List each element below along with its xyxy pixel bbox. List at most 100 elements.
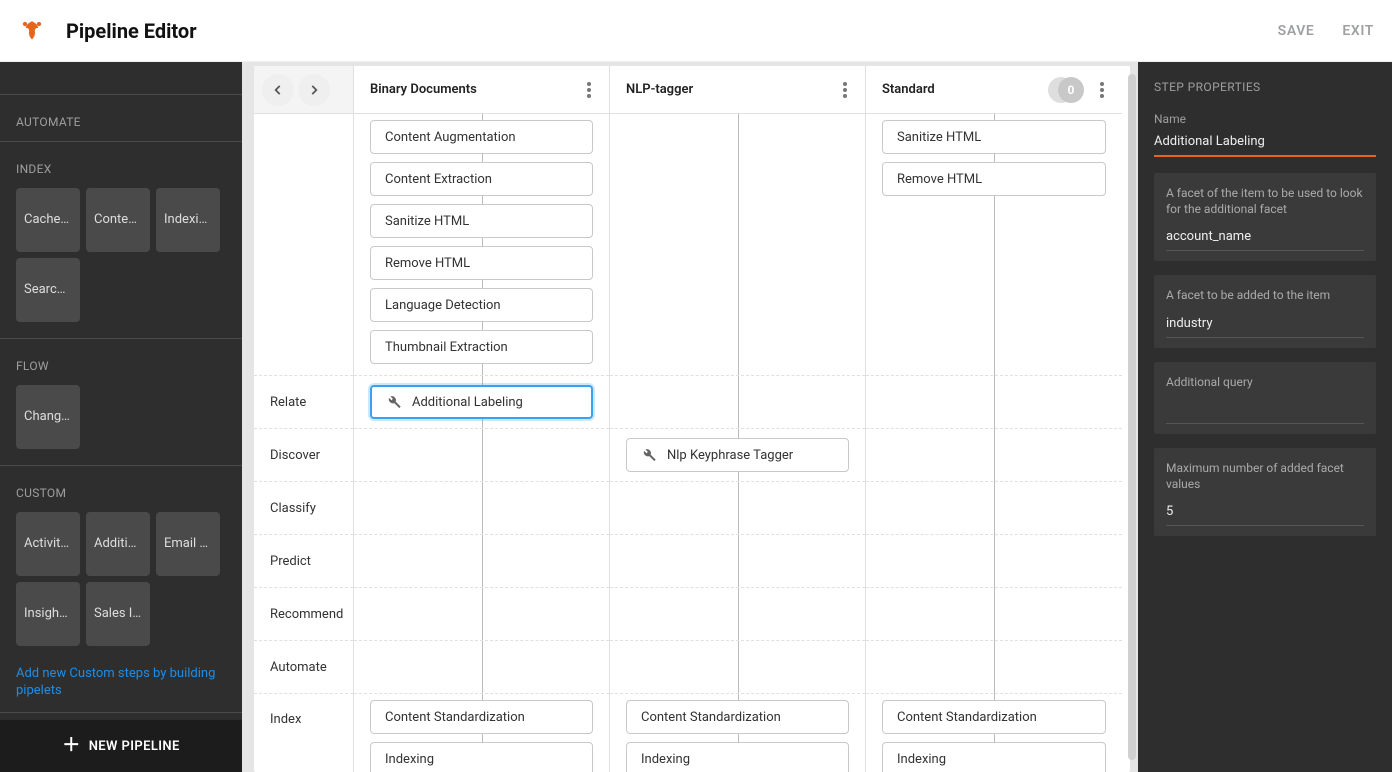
- workflow-menu-button[interactable]: [579, 76, 599, 104]
- pipeline-step[interactable]: Content Extraction: [370, 162, 593, 196]
- scroll-left-button[interactable]: [262, 74, 294, 106]
- workflow-row-discover: [354, 429, 609, 482]
- new-pipeline-button[interactable]: ＋ NEW PIPELINE: [0, 720, 242, 772]
- page-title: Pipeline Editor: [66, 19, 197, 43]
- props-field-label: Maximum number of added facet values: [1166, 460, 1364, 492]
- workflow-row-discover: Nlp Keyphrase Tagger: [610, 429, 865, 482]
- sidebar-chips-custom: Activity Tracking Additional Labeling Em…: [0, 512, 242, 662]
- workflow-row-classify: [610, 482, 865, 535]
- row-label-relate: Relate: [254, 376, 353, 429]
- props-field-label: Additional query: [1166, 374, 1364, 390]
- chip-insights-generator[interactable]: Insights Generator: [16, 582, 80, 646]
- workflow-row-index: Content Standardization Indexing: [610, 694, 865, 772]
- scroll-right-button[interactable]: [298, 74, 330, 106]
- workflow-header: NLP-tagger: [610, 66, 865, 114]
- props-field: A facet to be added to the item: [1154, 275, 1376, 347]
- props-name-input[interactable]: [1154, 130, 1376, 157]
- workflow-title: Binary Documents: [370, 82, 579, 97]
- sidebar-section-flow: FLOW: [0, 339, 242, 385]
- chevron-left-icon: [271, 83, 285, 97]
- workflow-row-discover: [866, 429, 1122, 482]
- sidebar-chips-index: Cache Cleaning Content Standardization I…: [0, 188, 242, 338]
- workflow-row-classify: [866, 482, 1122, 535]
- app-header: Pipeline Editor SAVE EXIT: [0, 0, 1392, 62]
- row-label-top: [254, 114, 353, 376]
- chip-search-tagging[interactable]: Search Tagging and…: [16, 258, 80, 322]
- scrollbar[interactable]: [1128, 74, 1136, 760]
- sidebar-section-custom: CUSTOM: [0, 466, 242, 512]
- pipeline-step[interactable]: Content Standardization: [370, 700, 593, 734]
- props-field: A facet of the item to be used to look f…: [1154, 173, 1376, 261]
- wrench-icon: [641, 447, 657, 463]
- props-field-label: A facet of the item to be used to look f…: [1166, 185, 1364, 217]
- workflow-menu-button[interactable]: [835, 76, 855, 104]
- chevron-right-icon: [307, 83, 321, 97]
- row-labels-column: Relate Discover Classify Predict Recomme…: [254, 66, 354, 772]
- plus-icon: ＋: [62, 737, 80, 755]
- pipeline-step[interactable]: Nlp Keyphrase Tagger: [626, 438, 849, 472]
- props-name-label: Name: [1154, 112, 1376, 126]
- chip-indexing[interactable]: Indexing: [156, 188, 220, 252]
- pipeline-step[interactable]: Remove HTML: [882, 162, 1106, 196]
- pipeline-canvas[interactable]: Relate Discover Classify Predict Recomme…: [242, 62, 1138, 772]
- workflow-row-recommend: [866, 588, 1122, 641]
- pipeline-step[interactable]: Indexing: [370, 742, 593, 772]
- pipeline-step[interactable]: Content Standardization: [882, 700, 1106, 734]
- row-label-index: Index: [254, 694, 353, 772]
- props-field-input[interactable]: [1166, 227, 1364, 251]
- chip-email-parser[interactable]: Email Parser: [156, 512, 220, 576]
- chip-cache-cleaning[interactable]: Cache Cleaning: [16, 188, 80, 252]
- pipeline-step[interactable]: Language Detection: [370, 288, 593, 322]
- workflow-row-predict: [354, 535, 609, 588]
- workflow-column: Binary DocumentsContent AugmentationCont…: [354, 66, 610, 772]
- chip-content-standardization[interactable]: Content Standardization: [86, 188, 150, 252]
- workflow-row-relate: Additional Labeling: [354, 376, 609, 429]
- left-sidebar: AUTOMATE INDEX Cache Cleaning Content St…: [0, 62, 242, 772]
- workflow-body: Content Augmentation Content Extraction Sa…: [354, 114, 609, 772]
- workflow-title: NLP-tagger: [626, 82, 835, 97]
- workflow-body: Nlp Keyphrase Tagger Content Standardizat…: [610, 114, 865, 772]
- sidebar-section-index: INDEX: [0, 142, 242, 188]
- chip-additional-labeling[interactable]: Additional Labeling: [86, 512, 150, 576]
- workflow-row-predict: [866, 535, 1122, 588]
- row-label-predict: Predict: [254, 535, 353, 588]
- props-field-label: A facet to be added to the item: [1166, 287, 1364, 303]
- pipeline-step[interactable]: Content Augmentation: [370, 120, 593, 154]
- pipeline-step[interactable]: Indexing: [882, 742, 1106, 772]
- workflow-row: [610, 114, 865, 376]
- workflow-row-recommend: [354, 588, 609, 641]
- pipeline-step[interactable]: Remove HTML: [370, 246, 593, 280]
- workflow-header: Binary Documents: [354, 66, 609, 114]
- pipeline-step[interactable]: Additional Labeling: [370, 385, 593, 419]
- row-label-recommend: Recommend: [254, 588, 353, 641]
- workflow-row-classify: [354, 482, 609, 535]
- row-label-automate: Automate: [254, 641, 353, 694]
- sidebar-chips-flow: Change Pipeline: [0, 385, 242, 465]
- props-field-input[interactable]: [1166, 502, 1364, 526]
- chip-sales-insights-generation[interactable]: Sales Insights Generation: [86, 582, 150, 646]
- workflow-column: Standard0Sanitize HTMLRemove HTMLContent…: [866, 66, 1122, 772]
- pipeline-step[interactable]: Content Standardization: [626, 700, 849, 734]
- workflow-badge: 0: [1058, 77, 1084, 103]
- chip-activity-tracking[interactable]: Activity Tracking: [16, 512, 80, 576]
- workflow-row-recommend: [610, 588, 865, 641]
- workflow-row-relate: [866, 376, 1122, 429]
- workflow-row-relate: [610, 376, 865, 429]
- chip-change-pipeline[interactable]: Change Pipeline: [16, 385, 80, 449]
- workflow-row-predict: [610, 535, 865, 588]
- pipeline-step[interactable]: Sanitize HTML: [882, 120, 1106, 154]
- workflow-row-index: Content Standardization Indexing: [866, 694, 1122, 772]
- workflow-menu-button[interactable]: [1092, 76, 1112, 104]
- workflow-row-automate: [866, 641, 1122, 694]
- workflow-row-automate: [610, 641, 865, 694]
- pipeline-step[interactable]: Sanitize HTML: [370, 204, 593, 238]
- workflow-row-automate: [354, 641, 609, 694]
- props-field-input[interactable]: [1166, 400, 1364, 424]
- pipeline-step[interactable]: Indexing: [626, 742, 849, 772]
- pipeline-step[interactable]: Thumbnail Extraction: [370, 330, 593, 364]
- workflow-row-index: Content Standardization Indexing: [354, 694, 609, 772]
- save-button[interactable]: SAVE: [1278, 23, 1315, 39]
- exit-button[interactable]: EXIT: [1342, 23, 1374, 39]
- build-pipelets-link[interactable]: Add new Custom steps by building pipelet…: [0, 662, 242, 712]
- props-field-input[interactable]: [1166, 314, 1364, 338]
